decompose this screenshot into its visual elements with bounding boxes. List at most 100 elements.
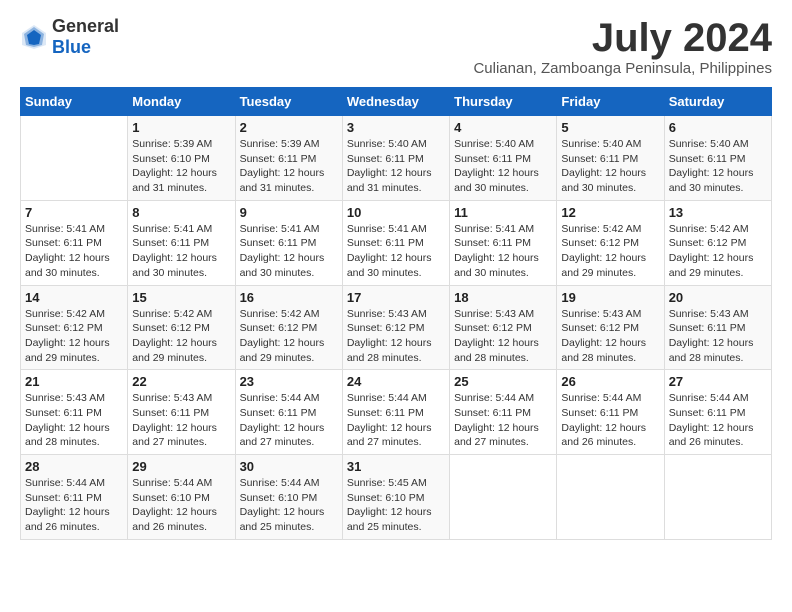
day-info: Sunrise: 5:45 AMSunset: 6:10 PMDaylight:… [347, 476, 445, 535]
day-number: 16 [240, 290, 338, 305]
day-number: 15 [132, 290, 230, 305]
day-info: Sunrise: 5:44 AMSunset: 6:11 PMDaylight:… [561, 391, 659, 450]
header-thursday: Thursday [450, 88, 557, 116]
day-info: Sunrise: 5:43 AMSunset: 6:11 PMDaylight:… [132, 391, 230, 450]
header-saturday: Saturday [664, 88, 771, 116]
day-number: 8 [132, 205, 230, 220]
day-number: 12 [561, 205, 659, 220]
calendar-cell: 3Sunrise: 5:40 AMSunset: 6:11 PMDaylight… [342, 116, 449, 201]
day-number: 3 [347, 120, 445, 135]
day-info: Sunrise: 5:44 AMSunset: 6:10 PMDaylight:… [240, 476, 338, 535]
day-info: Sunrise: 5:42 AMSunset: 6:12 PMDaylight:… [25, 307, 123, 366]
calendar-cell: 29Sunrise: 5:44 AMSunset: 6:10 PMDayligh… [128, 455, 235, 540]
day-info: Sunrise: 5:42 AMSunset: 6:12 PMDaylight:… [561, 222, 659, 281]
day-number: 30 [240, 459, 338, 474]
calendar-cell: 12 Sunrise: 5:42 AMSunset: 6:12 PMDayligh… [557, 200, 664, 285]
calendar-cell: 7Sunrise: 5:41 AMSunset: 6:11 PMDaylight… [21, 200, 128, 285]
calendar-cell: 1Sunrise: 5:39 AMSunset: 6:10 PMDaylight… [128, 116, 235, 201]
day-number: 27 [669, 374, 767, 389]
calendar-cell: 8Sunrise: 5:41 AMSunset: 6:11 PMDaylight… [128, 200, 235, 285]
calendar-cell: 11 Sunrise: 5:41 AMSunset: 6:11 PMDayligh… [450, 200, 557, 285]
logo-blue: Blue [52, 37, 91, 57]
calendar-table: Sunday Monday Tuesday Wednesday Thursday… [20, 87, 772, 540]
day-number: 29 [132, 459, 230, 474]
header-wednesday: Wednesday [342, 88, 449, 116]
day-info: Sunrise: 5:44 AMSunset: 6:11 PMDaylight:… [454, 391, 552, 450]
calendar-cell: 17 Sunrise: 5:43 AMSunset: 6:12 PMDayligh… [342, 285, 449, 370]
calendar-cell: 16 Sunrise: 5:42 AMSunset: 6:12 PMDayligh… [235, 285, 342, 370]
day-info: Sunrise: 5:41 AMSunset: 6:11 PMDaylight:… [240, 222, 338, 281]
day-number: 22 [132, 374, 230, 389]
day-info: Sunrise: 5:42 AMSunset: 6:12 PMDaylight:… [240, 307, 338, 366]
day-number: 4 [454, 120, 552, 135]
calendar-cell: 30 Sunrise: 5:44 AMSunset: 6:10 PMDayligh… [235, 455, 342, 540]
day-number: 17 [347, 290, 445, 305]
calendar-week-row: 7Sunrise: 5:41 AMSunset: 6:11 PMDaylight… [21, 200, 772, 285]
day-number: 18 [454, 290, 552, 305]
calendar-cell [450, 455, 557, 540]
calendar-cell: 13 Sunrise: 5:42 AMSunset: 6:12 PMDayligh… [664, 200, 771, 285]
header-sunday: Sunday [21, 88, 128, 116]
day-info: Sunrise: 5:44 AMSunset: 6:11 PMDaylight:… [669, 391, 767, 450]
day-number: 9 [240, 205, 338, 220]
calendar-cell: 22 Sunrise: 5:43 AMSunset: 6:11 PMDayligh… [128, 370, 235, 455]
location-title: Culianan, Zamboanga Peninsula, Philippin… [473, 60, 772, 77]
day-number: 26 [561, 374, 659, 389]
calendar-header: Sunday Monday Tuesday Wednesday Thursday… [21, 88, 772, 116]
day-number: 11 [454, 205, 552, 220]
calendar-cell: 31 Sunrise: 5:45 AMSunset: 6:10 PMDayligh… [342, 455, 449, 540]
calendar-cell: 21Sunrise: 5:43 AMSunset: 6:11 PMDayligh… [21, 370, 128, 455]
calendar-cell: 25 Sunrise: 5:44 AMSunset: 6:11 PMDayligh… [450, 370, 557, 455]
day-number: 10 [347, 205, 445, 220]
day-number: 25 [454, 374, 552, 389]
day-number: 13 [669, 205, 767, 220]
calendar-cell: 2 Sunrise: 5:39 AMSunset: 6:11 PMDaylight… [235, 116, 342, 201]
logo-text: General Blue [52, 16, 119, 58]
calendar-cell: 27 Sunrise: 5:44 AMSunset: 6:11 PMDayligh… [664, 370, 771, 455]
calendar-body: 1Sunrise: 5:39 AMSunset: 6:10 PMDaylight… [21, 116, 772, 540]
day-number: 23 [240, 374, 338, 389]
calendar-cell: 4 Sunrise: 5:40 AMSunset: 6:11 PMDaylight… [450, 116, 557, 201]
day-info: Sunrise: 5:44 AMSunset: 6:11 PMDaylight:… [25, 476, 123, 535]
day-info: Sunrise: 5:43 AMSunset: 6:12 PMDaylight:… [347, 307, 445, 366]
day-number: 31 [347, 459, 445, 474]
calendar-cell: 19 Sunrise: 5:43 AMSunset: 6:12 PMDayligh… [557, 285, 664, 370]
day-number: 24 [347, 374, 445, 389]
header-friday: Friday [557, 88, 664, 116]
day-info: Sunrise: 5:41 AMSunset: 6:11 PMDaylight:… [347, 222, 445, 281]
calendar-week-row: 14 Sunrise: 5:42 AMSunset: 6:12 PMDayligh… [21, 285, 772, 370]
calendar-cell: 18 Sunrise: 5:43 AMSunset: 6:12 PMDayligh… [450, 285, 557, 370]
header-tuesday: Tuesday [235, 88, 342, 116]
day-info: Sunrise: 5:42 AMSunset: 6:12 PMDaylight:… [669, 222, 767, 281]
day-info: Sunrise: 5:41 AMSunset: 6:11 PMDaylight:… [454, 222, 552, 281]
calendar-week-row: 28 Sunrise: 5:44 AMSunset: 6:11 PMDayligh… [21, 455, 772, 540]
day-info: Sunrise: 5:39 AMSunset: 6:11 PMDaylight:… [240, 137, 338, 196]
day-info: Sunrise: 5:43 AMSunset: 6:12 PMDaylight:… [561, 307, 659, 366]
header-row: Sunday Monday Tuesday Wednesday Thursday… [21, 88, 772, 116]
calendar-cell: 26 Sunrise: 5:44 AMSunset: 6:11 PMDayligh… [557, 370, 664, 455]
day-info: Sunrise: 5:40 AMSunset: 6:11 PMDaylight:… [669, 137, 767, 196]
day-info: Sunrise: 5:40 AMSunset: 6:11 PMDaylight:… [561, 137, 659, 196]
day-number: 5 [561, 120, 659, 135]
day-info: Sunrise: 5:41 AMSunset: 6:11 PMDaylight:… [25, 222, 123, 281]
day-info: Sunrise: 5:43 AMSunset: 6:11 PMDaylight:… [25, 391, 123, 450]
title-area: July 2024 Culianan, Zamboanga Peninsula,… [473, 16, 772, 77]
page-header: General Blue July 2024 Culianan, Zamboan… [20, 16, 772, 77]
logo: General Blue [20, 16, 119, 58]
calendar-week-row: 21Sunrise: 5:43 AMSunset: 6:11 PMDayligh… [21, 370, 772, 455]
day-info: Sunrise: 5:43 AMSunset: 6:12 PMDaylight:… [454, 307, 552, 366]
day-number: 28 [25, 459, 123, 474]
day-number: 14 [25, 290, 123, 305]
calendar-cell: 15Sunrise: 5:42 AMSunset: 6:12 PMDayligh… [128, 285, 235, 370]
day-number: 2 [240, 120, 338, 135]
day-info: Sunrise: 5:40 AMSunset: 6:11 PMDaylight:… [454, 137, 552, 196]
day-number: 1 [132, 120, 230, 135]
calendar-cell: 20Sunrise: 5:43 AMSunset: 6:11 PMDayligh… [664, 285, 771, 370]
logo-icon [20, 23, 48, 51]
calendar-cell: 6Sunrise: 5:40 AMSunset: 6:11 PMDaylight… [664, 116, 771, 201]
day-number: 19 [561, 290, 659, 305]
calendar-week-row: 1Sunrise: 5:39 AMSunset: 6:10 PMDaylight… [21, 116, 772, 201]
calendar-cell: 10 Sunrise: 5:41 AMSunset: 6:11 PMDayligh… [342, 200, 449, 285]
calendar-cell: 5 Sunrise: 5:40 AMSunset: 6:11 PMDaylight… [557, 116, 664, 201]
day-info: Sunrise: 5:44 AMSunset: 6:11 PMDaylight:… [347, 391, 445, 450]
